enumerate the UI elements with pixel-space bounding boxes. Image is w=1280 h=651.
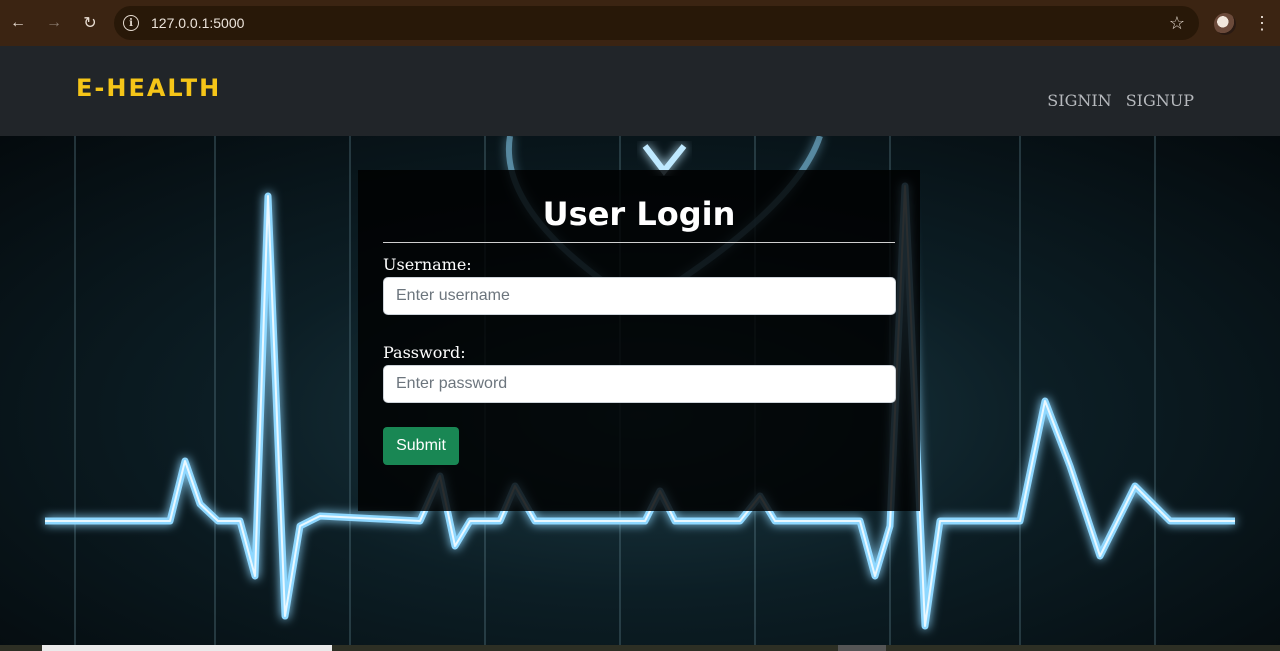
site-info-icon[interactable]: i [123,15,139,31]
brand-logo[interactable]: E-HEALTH [76,74,221,102]
browser-menu-icon[interactable]: ⋮ [1252,12,1272,34]
back-arrow-icon[interactable]: ← [0,0,36,46]
title-divider [383,242,895,243]
submit-button[interactable]: Submit [383,427,459,465]
forward-arrow-icon[interactable]: → [36,0,72,46]
address-bar[interactable]: i 127.0.0.1:5000 ☆ [114,6,1199,40]
site-header: E-HEALTH SIGNIN SIGNUP [0,46,1280,136]
nav-signup-link[interactable]: SIGNUP [1126,91,1194,110]
login-form-card: User Login Username: Password: Submit [358,170,920,511]
username-input[interactable] [383,277,896,315]
bottom-thumbnail [42,645,332,651]
address-url[interactable]: 127.0.0.1:5000 [151,15,244,31]
login-title: User Login [542,195,736,233]
bottom-thumbnail [838,645,886,651]
nav-signin-link[interactable]: SIGNIN [1047,91,1111,110]
header-nav: SIGNIN SIGNUP [1047,91,1194,110]
profile-avatar[interactable] [1214,13,1236,35]
browser-toolbar: ← → ↻ i 127.0.0.1:5000 ☆ ⋮ [0,0,1280,46]
password-label: Password: [383,343,466,362]
password-input[interactable] [383,365,896,403]
username-label: Username: [383,255,472,274]
reload-icon[interactable]: ↻ [72,0,108,46]
bottom-strip [0,645,1280,651]
bookmark-star-icon[interactable]: ☆ [1169,13,1185,33]
